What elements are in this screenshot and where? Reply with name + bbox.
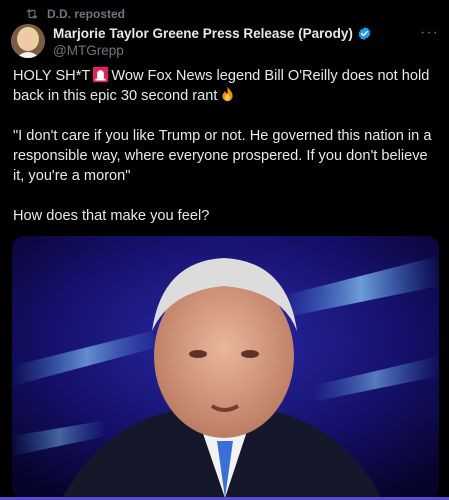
video-media[interactable] bbox=[12, 236, 439, 498]
tweet-quote: "I don't care if you like Trump or not. … bbox=[13, 128, 432, 184]
tweet-line-1: HOLY SH*T Wow Fox News legend Bill O'Reil… bbox=[13, 66, 441, 106]
author-handle[interactable]: @MTGrepp bbox=[53, 43, 439, 58]
avatar[interactable] bbox=[11, 24, 45, 58]
tweet-exclaim: HOLY SH*T bbox=[13, 68, 91, 84]
repost-indicator[interactable]: D.D. reposted bbox=[25, 5, 125, 23]
more-options-icon[interactable]: ··· bbox=[420, 24, 439, 42]
tweet-text: HOLY SH*T Wow Fox News legend Bill O'Reil… bbox=[13, 66, 441, 226]
verified-badge-icon bbox=[358, 26, 371, 40]
tweet-header: Marjorie Taylor Greene Press Release (Pa… bbox=[53, 24, 439, 58]
tweet-question: How does that make you feel? bbox=[13, 208, 210, 224]
author-name[interactable]: Marjorie Taylor Greene Press Release (Pa… bbox=[53, 26, 353, 41]
avatar-image bbox=[11, 24, 45, 58]
repost-icon bbox=[26, 9, 38, 19]
video-still-image bbox=[12, 236, 439, 498]
repost-text: D.D. reposted bbox=[47, 7, 126, 21]
siren-emoji bbox=[93, 66, 109, 83]
fire-emoji bbox=[222, 86, 234, 102]
